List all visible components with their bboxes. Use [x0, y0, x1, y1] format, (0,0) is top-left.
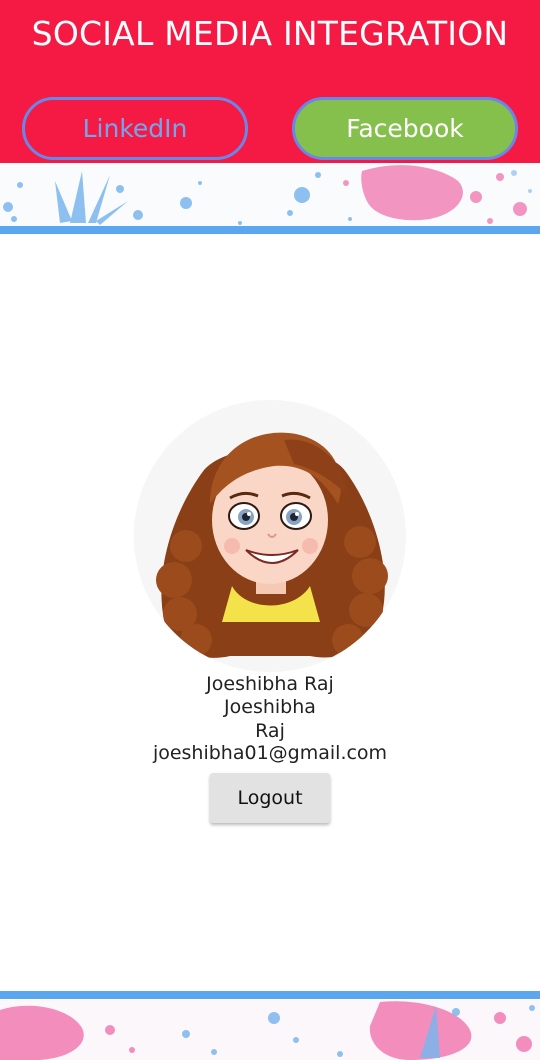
facebook-button[interactable]: Facebook [292, 97, 518, 160]
app-screen: SOCIAL MEDIA INTEGRATION LinkedIn Facebo… [0, 0, 540, 1060]
cartoon-girl-avatar-icon [134, 400, 406, 672]
profile-email: joeshibha01@gmail.com [152, 742, 388, 764]
splash-decoration [3, 165, 532, 225]
page-title: SOCIAL MEDIA INTEGRATION [31, 14, 509, 53]
profile-last-name: Raj [255, 720, 285, 742]
top-splash-band [0, 163, 540, 229]
logout-button[interactable]: Logout [210, 773, 330, 823]
linkedin-button[interactable]: LinkedIn [22, 97, 248, 160]
bottom-divider-line [0, 991, 540, 999]
profile-full-name: Joeshibha Raj [206, 673, 334, 695]
profile-first-name: Joeshibha [224, 696, 316, 718]
bottom-splash-band [0, 1000, 540, 1060]
profile-avatar [134, 400, 406, 672]
top-divider-line [0, 226, 540, 234]
header-bar: SOCIAL MEDIA INTEGRATION LinkedIn Facebo… [0, 0, 540, 163]
splash-decoration-bottom [0, 1001, 535, 1060]
